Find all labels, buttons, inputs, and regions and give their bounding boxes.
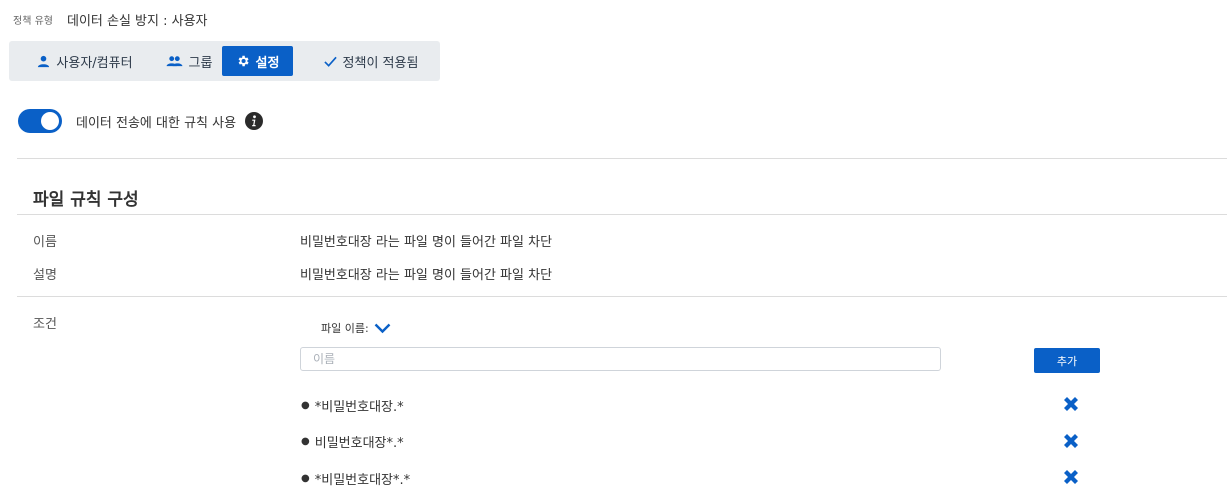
tab-label: 설정 [255, 55, 280, 71]
tab-users-computers[interactable]: 사용자/컴퓨터 [21, 46, 149, 76]
group-icon [166, 55, 182, 66]
add-button[interactable]: 추가 [1034, 348, 1100, 373]
bullet: ● [301, 473, 310, 484]
condition-name-input[interactable] [300, 347, 941, 371]
divider [17, 296, 1227, 297]
check-icon [323, 56, 337, 67]
tab-bar: 사용자/컴퓨터 그룹 설정 정책이 적용됨 [9, 41, 440, 81]
divider [17, 214, 1227, 215]
divider [17, 158, 1227, 159]
condition-item: ● 비밀번호대장*.* [301, 432, 404, 451]
condition-item: ● *비밀번호대장.* [301, 396, 404, 415]
policy-type-value: 데이터 손실 방지 : 사용자 [66, 14, 208, 29]
tab-label: 정책이 적용됨 [342, 55, 419, 71]
tab-label: 그룹 [188, 55, 213, 71]
bullet: ● [301, 400, 310, 411]
tab-policy-applied[interactable]: 정책이 적용됨 [309, 46, 433, 76]
condition-label: 조건 [33, 317, 57, 332]
condition-item-text: 비밀번호대장*.* [314, 436, 404, 451]
condition-item-text: *비밀번호대장*.* [314, 473, 411, 488]
remove-icon[interactable] [1062, 432, 1080, 450]
tab-groups[interactable]: 그룹 [154, 46, 224, 76]
policy-type: 정책 유형 데이터 손실 방지 : 사용자 [13, 10, 208, 29]
condition-item-text: *비밀번호대장.* [314, 400, 404, 415]
toggle-knob [41, 112, 59, 130]
info-icon[interactable] [245, 112, 264, 130]
description-value: 비밀번호대장 라는 파일 명이 들어간 파일 차단 [300, 268, 553, 283]
policy-type-label: 정책 유형 [13, 16, 53, 27]
tab-settings[interactable]: 설정 [222, 46, 293, 76]
enable-rules-toggle[interactable] [18, 109, 62, 133]
bullet: ● [301, 436, 310, 447]
description-label: 설명 [33, 268, 57, 283]
toggle-label: 데이터 전송에 대한 규칙 사용 [76, 115, 237, 131]
user-icon [38, 55, 50, 67]
tab-label: 사용자/컴퓨터 [56, 55, 133, 71]
name-label: 이름 [33, 235, 57, 250]
condition-item: ● *비밀번호대장*.* [301, 469, 410, 488]
name-value: 비밀번호대장 라는 파일 명이 들어간 파일 차단 [300, 235, 553, 250]
remove-icon[interactable] [1062, 395, 1080, 413]
condition-type-label: 파일 이름: [321, 322, 369, 335]
remove-icon[interactable] [1062, 468, 1080, 486]
gear-icon [238, 55, 249, 67]
chevron-down-icon [374, 323, 391, 333]
rule-toggle-row: 데이터 전송에 대한 규칙 사용 [18, 109, 264, 133]
condition-type-dropdown[interactable]: 파일 이름: [321, 320, 391, 336]
section-title: 파일 규칙 구성 [33, 190, 139, 210]
